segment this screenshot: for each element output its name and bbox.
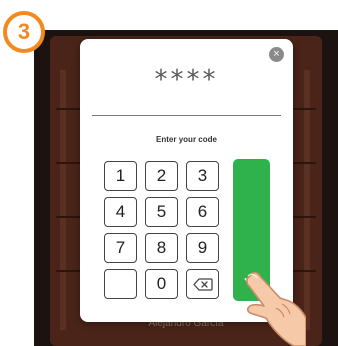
step-number-badge: 3 — [3, 11, 45, 53]
divider — [92, 115, 281, 116]
key-9[interactable]: 9 — [186, 233, 219, 263]
key-1[interactable]: 1 — [104, 161, 137, 191]
key-0[interactable]: 0 — [145, 269, 178, 299]
backspace-key[interactable] — [186, 269, 219, 299]
key-6[interactable]: 6 — [186, 197, 219, 227]
code-display: **** — [154, 65, 219, 95]
screen: Alejandro García 3 × **** Enter your cod… — [0, 0, 338, 346]
enter-code-prompt: Enter your code — [156, 135, 217, 144]
key-4[interactable]: 4 — [104, 197, 137, 227]
close-button[interactable]: × — [269, 47, 284, 62]
key-3[interactable]: 3 — [186, 161, 219, 191]
key-7[interactable]: 7 — [104, 233, 137, 263]
key-5[interactable]: 5 — [145, 197, 178, 227]
key-8[interactable]: 8 — [145, 233, 178, 263]
key-2[interactable]: 2 — [145, 161, 178, 191]
close-icon: × — [273, 48, 280, 60]
backspace-icon — [192, 277, 213, 291]
key-blank[interactable] — [104, 269, 137, 299]
pointing-hand-icon — [246, 271, 306, 346]
